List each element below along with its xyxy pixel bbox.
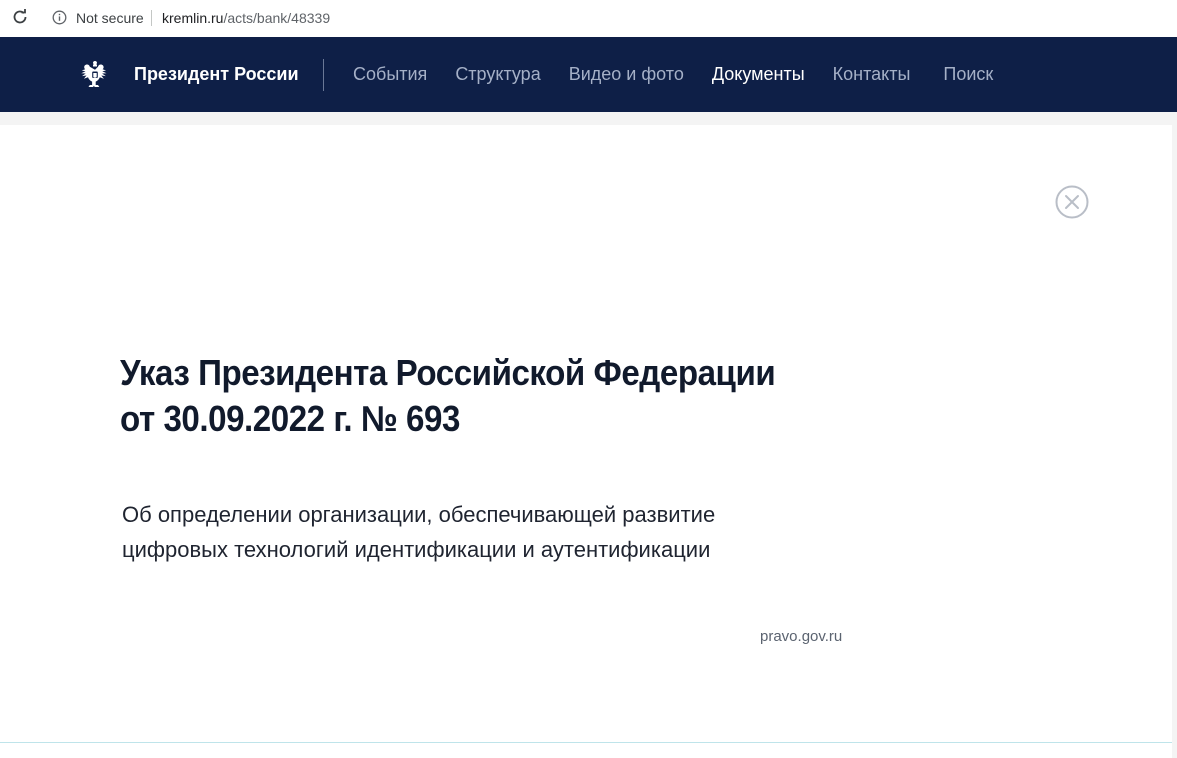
nav-item-events[interactable]: События <box>353 63 427 85</box>
document-title-line-2: от 30.09.2022 г. № 693 <box>120 398 460 439</box>
nav-item-search[interactable]: Поиск <box>943 63 993 85</box>
site-header: Президент России События Структура Видео… <box>0 37 1177 112</box>
security-status-label[interactable]: Not secure <box>76 9 144 27</box>
modal-bottom-border <box>0 742 1172 743</box>
site-title[interactable]: Президент России <box>134 63 299 85</box>
double-headed-eagle-emblem-icon[interactable] <box>76 55 114 93</box>
main-nav: События Структура Видео и фото Документы… <box>353 63 993 85</box>
nav-item-documents[interactable]: Документы <box>712 63 805 85</box>
reload-icon[interactable] <box>11 8 29 26</box>
url-host: kremlin.ru <box>162 10 224 26</box>
url-field[interactable]: kremlin.ru/acts/bank/48339 <box>162 9 330 27</box>
browser-address-bar: Not secure kremlin.ru/acts/bank/48339 <box>0 0 1177 37</box>
nav-item-contacts[interactable]: Контакты <box>833 63 911 85</box>
source-link[interactable]: pravo.gov.ru <box>760 628 842 646</box>
info-icon[interactable] <box>52 10 67 25</box>
url-divider <box>151 10 152 26</box>
page-right-gutter <box>1172 112 1177 758</box>
close-icon[interactable] <box>1055 185 1089 219</box>
document-title-line-1: Указ Президента Российской Федерации <box>120 352 776 393</box>
document-title: Указ Президента Российской Федерации от … <box>120 350 782 442</box>
document-subtitle-line-1: Об определении организации, обеспечивающ… <box>122 502 716 527</box>
document-subtitle-line-2: цифровых технологий идентификации и ауте… <box>122 537 711 562</box>
nav-item-video-photo[interactable]: Видео и фото <box>569 63 684 85</box>
page-top-strip <box>0 112 1177 125</box>
document-subtitle: Об определении организации, обеспечивающ… <box>122 497 822 567</box>
header-divider <box>323 59 324 91</box>
url-path: /acts/bank/48339 <box>223 10 331 26</box>
nav-item-structure[interactable]: Структура <box>455 63 540 85</box>
